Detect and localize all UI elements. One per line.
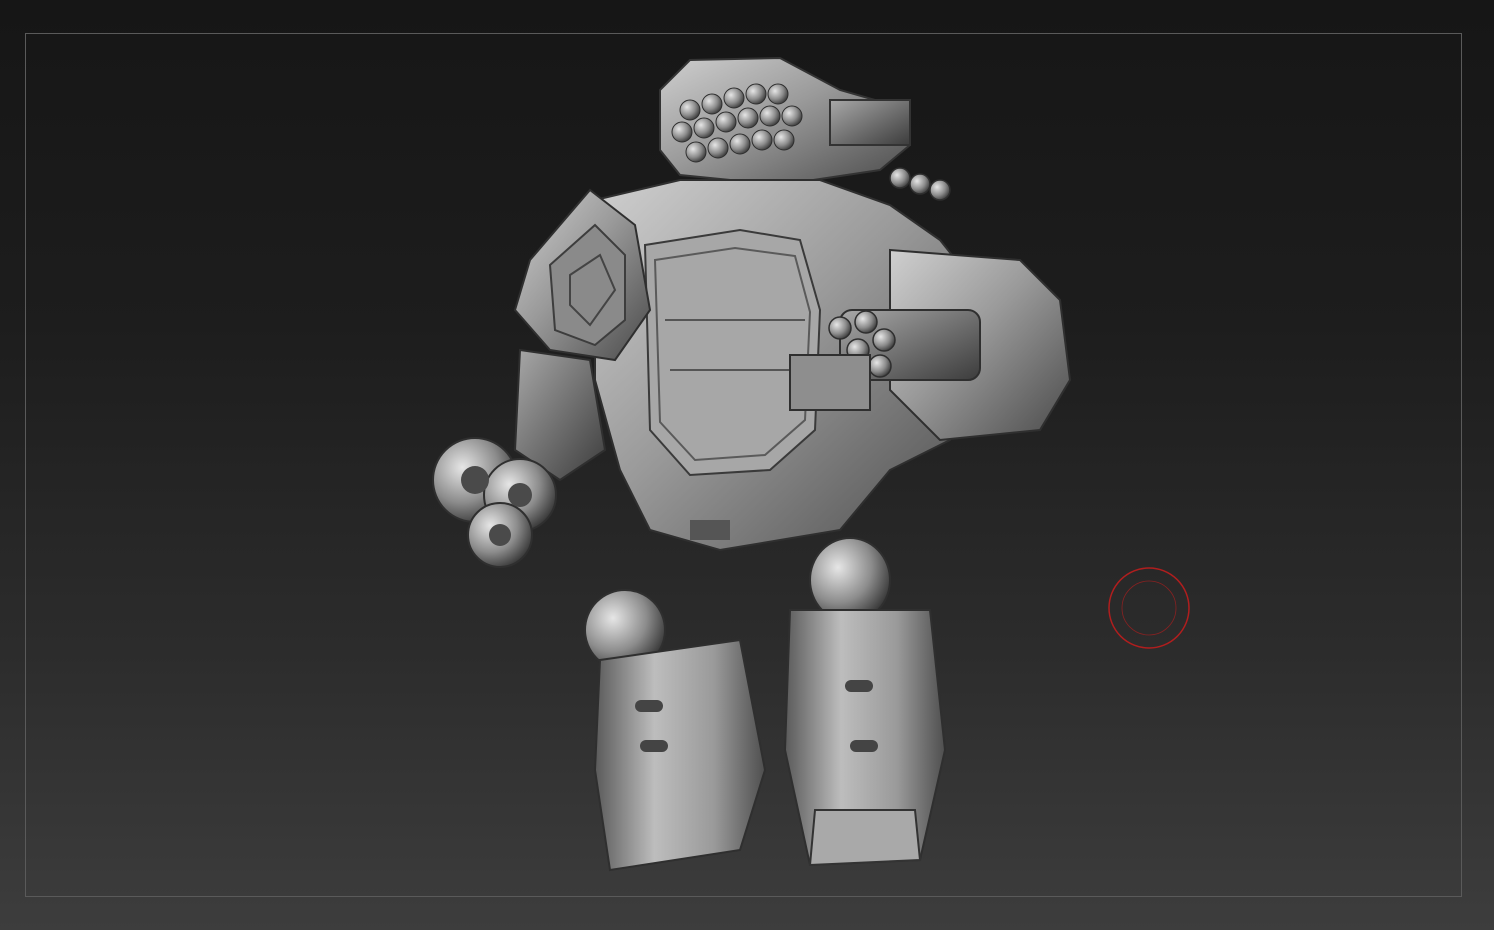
dreadnought-model[interactable] xyxy=(420,50,1120,880)
brush-circle-icon xyxy=(1108,567,1190,649)
missile-pod xyxy=(659,56,911,187)
left-leg xyxy=(584,589,767,872)
right-leg xyxy=(783,537,947,867)
exhaust-vents xyxy=(889,167,951,201)
zbrush-viewport[interactable] xyxy=(0,0,1494,930)
left-arm-fist xyxy=(432,348,607,568)
